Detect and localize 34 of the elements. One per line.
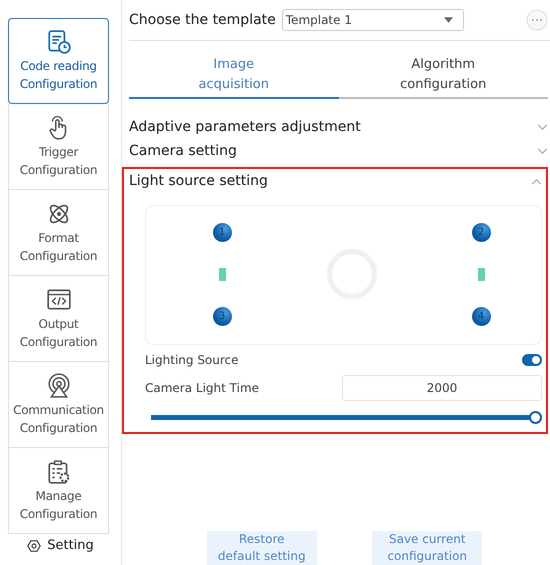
clipboard-gear-icon [46,458,72,484]
sidebar-item[interactable]: Code reading Configuration [8,18,109,104]
antenna-icon [46,372,72,398]
light-marker: 3 [212,306,232,326]
settings-icon [27,539,42,553]
light-marker: 1 [212,222,232,242]
light-marker: 4 [472,306,490,326]
sidebar-item[interactable]: Manage Configuration [8,448,109,534]
sidebar-item[interactable]: Trigger Configuration [8,104,109,190]
section-header[interactable]: Camera setting [129,139,548,163]
light-time-field[interactable]: 2000 [342,375,542,401]
section-header[interactable]: Light source setting [129,169,542,193]
toggle-switch[interactable] [522,354,542,366]
tab[interactable]: Image acquisition [129,55,338,97]
chevron-down-icon [537,124,548,130]
lighting-source-label: Lighting Source [145,353,239,367]
setting-link[interactable]: Setting [0,538,121,554]
chevron-up-icon [531,178,542,184]
caret-icon [444,17,453,23]
tab[interactable]: Algorithm configuration [338,55,548,97]
section-header[interactable]: Adaptive parameters adjustment [129,115,548,139]
light-time-label: Camera Light Time [145,381,260,395]
sidebar-item[interactable]: Output Configuration [8,276,109,362]
sidebar-item[interactable]: Communication Configuration [8,362,109,448]
indicator-icon [478,268,484,280]
template-dropdown[interactable]: Template 1 [282,9,464,31]
chevron-down-icon [537,148,548,154]
light-marker: 2 [472,222,490,242]
indicator-icon [218,268,226,280]
code-window-icon [46,286,72,312]
template-label: Choose the template [129,12,276,28]
document-clock-icon [46,29,72,55]
light-time-slider[interactable] [151,411,542,424]
sidebar-item[interactable]: Format Configuration [8,190,109,276]
